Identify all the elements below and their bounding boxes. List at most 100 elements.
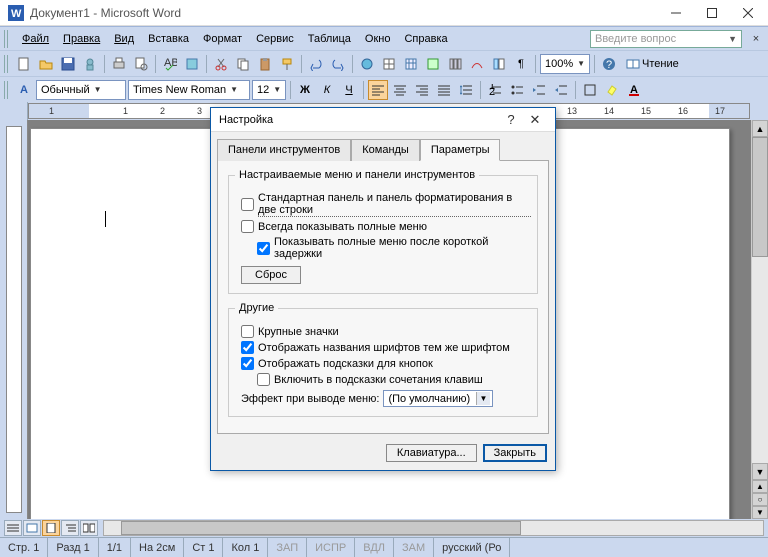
paste-button[interactable] xyxy=(255,54,275,74)
font-combo[interactable]: Times New Roman▼ xyxy=(128,80,250,100)
tab-options[interactable]: Параметры xyxy=(420,139,501,161)
normal-view-button[interactable] xyxy=(4,520,22,536)
dialog-help-button[interactable]: ? xyxy=(499,112,523,127)
align-center-button[interactable] xyxy=(390,80,410,100)
decrease-indent-button[interactable] xyxy=(529,80,549,100)
check-full-menus[interactable] xyxy=(241,220,254,233)
style-combo[interactable]: Обычный▼ xyxy=(36,80,126,100)
menu-tools[interactable]: Сервис xyxy=(250,30,300,48)
scroll-thumb[interactable] xyxy=(752,137,768,257)
insert-table-button[interactable] xyxy=(401,54,421,74)
insert-worksheet-button[interactable] xyxy=(423,54,443,74)
print-button[interactable] xyxy=(109,54,129,74)
vertical-ruler[interactable] xyxy=(0,120,28,519)
label-two-rows[interactable]: Стандартная панель и панель форматирован… xyxy=(258,192,531,217)
read-mode-button[interactable]: Чтение xyxy=(621,54,684,74)
save-button[interactable] xyxy=(58,54,78,74)
prev-page-button[interactable]: ▲ xyxy=(752,480,768,493)
check-shortcuts[interactable] xyxy=(257,373,270,386)
dialog-close-button[interactable]: ✕ xyxy=(523,112,547,128)
label-full-menus[interactable]: Всегда показывать полные меню xyxy=(258,221,427,233)
check-font-names[interactable] xyxy=(241,341,254,354)
status-ovr[interactable]: ЗАМ xyxy=(394,538,434,557)
tables-borders-button[interactable] xyxy=(379,54,399,74)
help-question-box[interactable]: Введите вопрос ▼ xyxy=(590,30,742,48)
bullets-button[interactable] xyxy=(507,80,527,100)
copy-button[interactable] xyxy=(233,54,253,74)
research-button[interactable] xyxy=(182,54,202,74)
check-two-rows[interactable] xyxy=(241,198,254,211)
menu-table[interactable]: Таблица xyxy=(302,30,357,48)
borders-button[interactable] xyxy=(580,80,600,100)
web-view-button[interactable] xyxy=(23,520,41,536)
align-right-button[interactable] xyxy=(412,80,432,100)
spelling-button[interactable]: AB xyxy=(160,54,180,74)
cut-button[interactable] xyxy=(211,54,231,74)
increase-indent-button[interactable] xyxy=(551,80,571,100)
help-button[interactable]: ? xyxy=(599,54,619,74)
font-color-button[interactable]: A xyxy=(624,80,644,100)
scroll-up-button[interactable]: ▲ xyxy=(752,120,768,137)
numbering-button[interactable]: 12 xyxy=(485,80,505,100)
close-dialog-button[interactable]: Закрыть xyxy=(483,444,547,462)
scroll-down-button[interactable]: ▼ xyxy=(752,463,768,480)
styles-pane-button[interactable]: A xyxy=(14,80,34,100)
keyboard-button[interactable]: Клавиатура... xyxy=(386,444,477,462)
align-left-button[interactable] xyxy=(368,80,388,100)
label-shortcuts[interactable]: Включить в подсказки сочетания клавиш xyxy=(274,374,483,386)
drawing-button[interactable] xyxy=(467,54,487,74)
horizontal-scrollbar[interactable] xyxy=(103,520,764,536)
status-lang[interactable]: русский (Ро xyxy=(434,538,510,557)
italic-button[interactable]: К xyxy=(317,80,337,100)
menu-help[interactable]: Справка xyxy=(398,30,453,48)
zoom-combo[interactable]: 100%▼ xyxy=(540,54,590,74)
undo-button[interactable] xyxy=(306,54,326,74)
justify-button[interactable] xyxy=(434,80,454,100)
menu-insert[interactable]: Вставка xyxy=(142,30,195,48)
close-document-button[interactable]: × xyxy=(748,33,764,45)
label-large-icons[interactable]: Крупные значки xyxy=(258,326,339,338)
check-tooltips[interactable] xyxy=(241,357,254,370)
status-rec[interactable]: ЗАП xyxy=(268,538,307,557)
print-layout-view-button[interactable] xyxy=(42,520,60,536)
label-tooltips[interactable]: Отображать подсказки для кнопок xyxy=(258,358,433,370)
line-spacing-button[interactable] xyxy=(456,80,476,100)
status-ext[interactable]: ВДЛ xyxy=(355,538,394,557)
show-marks-button[interactable]: ¶ xyxy=(511,54,531,74)
menu-edit[interactable]: Правка xyxy=(57,30,106,48)
redo-button[interactable] xyxy=(328,54,348,74)
reset-button[interactable]: Сброс xyxy=(241,266,301,284)
doc-map-button[interactable] xyxy=(489,54,509,74)
close-button[interactable] xyxy=(730,0,766,26)
open-button[interactable] xyxy=(36,54,56,74)
menu-file[interactable]: Файл xyxy=(16,30,55,48)
vertical-scrollbar[interactable]: ▲ ▼ ▲ ○ ▼ xyxy=(751,120,768,519)
dialog-title-bar[interactable]: Настройка ? ✕ xyxy=(211,108,555,132)
outline-view-button[interactable] xyxy=(61,520,79,536)
bold-button[interactable]: Ж xyxy=(295,80,315,100)
label-after-delay[interactable]: Показывать полные меню после короткой за… xyxy=(274,236,531,260)
columns-button[interactable] xyxy=(445,54,465,74)
menu-format[interactable]: Формат xyxy=(197,30,248,48)
check-after-delay[interactable] xyxy=(257,242,270,255)
permissions-button[interactable] xyxy=(80,54,100,74)
menu-view[interactable]: Вид xyxy=(108,30,140,48)
browse-object-button[interactable]: ○ xyxy=(752,493,768,506)
hyperlink-button[interactable] xyxy=(357,54,377,74)
minimize-button[interactable] xyxy=(658,0,694,26)
tab-toolbars[interactable]: Панели инструментов xyxy=(217,139,351,161)
new-doc-button[interactable] xyxy=(14,54,34,74)
tab-commands[interactable]: Команды xyxy=(351,139,420,161)
status-trk[interactable]: ИСПР xyxy=(307,538,355,557)
highlight-button[interactable] xyxy=(602,80,622,100)
check-large-icons[interactable] xyxy=(241,325,254,338)
label-font-names[interactable]: Отображать названия шрифтов тем же шрифт… xyxy=(258,342,510,354)
menu-effect-combo[interactable]: (По умолчанию) ▼ xyxy=(383,390,493,407)
print-preview-button[interactable] xyxy=(131,54,151,74)
reading-view-button[interactable] xyxy=(80,520,98,536)
maximize-button[interactable] xyxy=(694,0,730,26)
font-size-combo[interactable]: 12▼ xyxy=(252,80,286,100)
hscroll-thumb[interactable] xyxy=(121,521,521,535)
underline-button[interactable]: Ч xyxy=(339,80,359,100)
next-page-button[interactable]: ▼ xyxy=(752,506,768,519)
